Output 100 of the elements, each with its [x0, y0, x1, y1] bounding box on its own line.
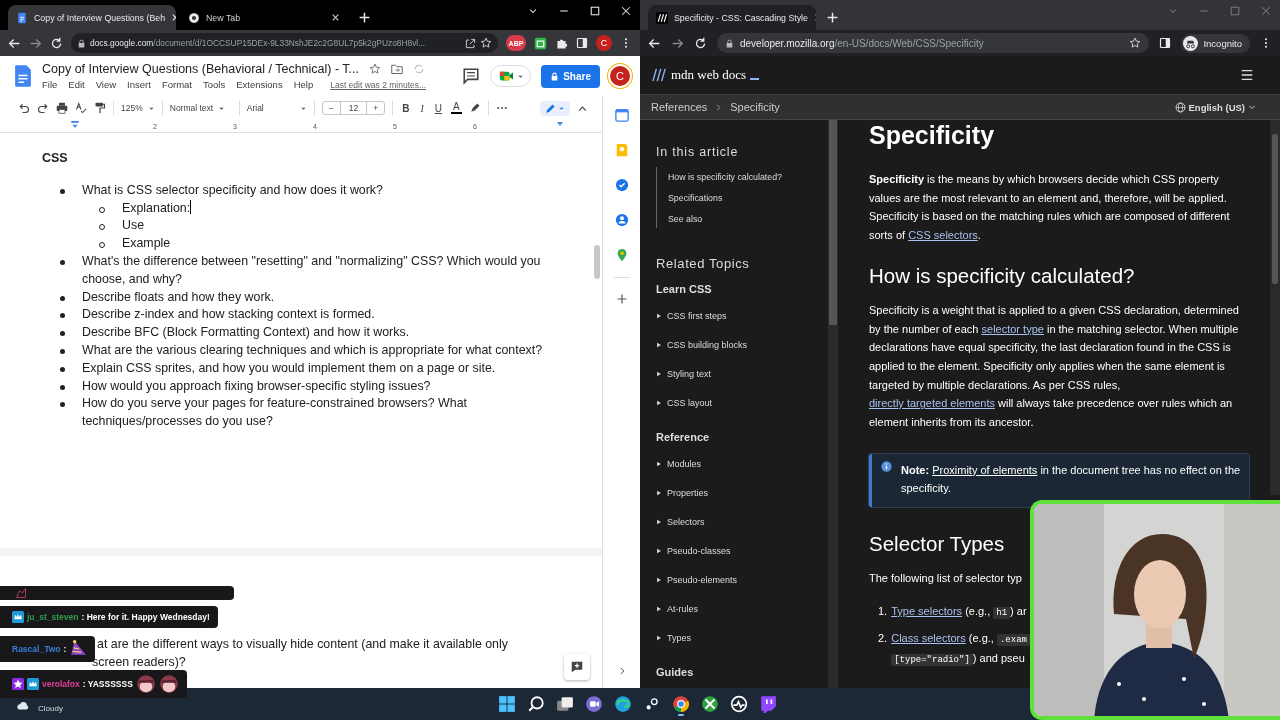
- expand-triangle-icon[interactable]: [656, 341, 662, 348]
- font-dropdown[interactable]: Arial: [246, 103, 307, 113]
- side-panel-icon[interactable]: [576, 37, 588, 49]
- expand-triangle-icon[interactable]: [656, 518, 662, 525]
- link[interactable]: directly targeted elements: [869, 397, 995, 410]
- breadcrumb-link[interactable]: Specificity: [730, 101, 780, 113]
- underline-button[interactable]: U: [432, 102, 444, 114]
- sidebar-item[interactable]: Properties: [667, 487, 709, 498]
- italic-button[interactable]: I: [418, 102, 426, 114]
- forward-icon[interactable]: [29, 36, 42, 50]
- forward-icon[interactable]: [671, 36, 684, 50]
- link[interactable]: Type selectors: [891, 604, 963, 617]
- expand-triangle-icon[interactable]: [656, 489, 662, 496]
- document-title[interactable]: Copy of Interview Questions (Behavioral / Technical) - T...: [42, 62, 360, 76]
- sidebar-group-title[interactable]: Learn CSS: [656, 283, 828, 295]
- menu-item[interactable]: Insert: [127, 79, 151, 90]
- browser-icon[interactable]: [614, 695, 632, 713]
- undo-icon[interactable]: [18, 102, 30, 114]
- browser-tab[interactable]: Copy of Interview Questions (Beh: [8, 5, 176, 30]
- toc-link[interactable]: How is specificity calculated?: [668, 172, 828, 182]
- share-page-icon[interactable]: [465, 37, 476, 49]
- sidebar-group-title[interactable]: Reference: [656, 431, 828, 443]
- sidebar-item[interactable]: Pseudo-classes: [667, 545, 731, 556]
- add-comment-button[interactable]: [564, 654, 590, 680]
- network-app-icon[interactable]: [730, 695, 748, 713]
- paint-format-icon[interactable]: [94, 102, 106, 114]
- last-edit-link[interactable]: Last edit was 2 minutes...: [330, 79, 427, 90]
- weather-label[interactable]: Cloudy: [38, 704, 63, 713]
- sidebar-item[interactable]: CSS first steps: [667, 310, 727, 321]
- menu-item[interactable]: View: [95, 79, 117, 90]
- sidebar-item[interactable]: Selectors: [667, 516, 705, 527]
- docs-logo-icon[interactable]: [14, 64, 32, 88]
- expand-triangle-icon[interactable]: [656, 576, 662, 583]
- spellcheck-icon[interactable]: [75, 102, 87, 114]
- sidebar-item[interactable]: Modules: [667, 458, 702, 469]
- font-size-field[interactable]: 12: [339, 102, 368, 114]
- toc-link[interactable]: Specifications: [668, 193, 828, 203]
- expand-triangle-icon[interactable]: [656, 605, 662, 612]
- back-icon[interactable]: [648, 36, 661, 50]
- reload-icon[interactable]: [50, 36, 63, 50]
- link[interactable]: Class selectors: [891, 631, 966, 644]
- start-icon[interactable]: [498, 695, 516, 713]
- profile-avatar[interactable]: C: [596, 35, 612, 51]
- expand-triangle-icon[interactable]: [656, 370, 662, 377]
- style-dropdown[interactable]: Normal text: [169, 103, 232, 113]
- menu-item[interactable]: Edit: [68, 79, 85, 90]
- sidebar-item[interactable]: Styling text: [667, 368, 712, 379]
- share-button[interactable]: Share: [541, 64, 600, 88]
- task-view-icon[interactable]: [556, 695, 574, 713]
- menu-item[interactable]: Help: [293, 79, 314, 90]
- text-color-button[interactable]: A: [450, 102, 462, 114]
- streaming-app-icon[interactable]: [759, 695, 777, 713]
- sidebar-item[interactable]: Types: [667, 632, 691, 643]
- contacts-icon[interactable]: [614, 213, 629, 227]
- sidebar-item[interactable]: At-rules: [667, 603, 698, 614]
- puzzle-icon[interactable]: [555, 36, 568, 50]
- editing-mode-button[interactable]: [540, 100, 570, 116]
- sidebar-scrollbar[interactable]: [828, 120, 838, 688]
- page-scrollbar[interactable]: [1270, 120, 1280, 495]
- redo-icon[interactable]: [37, 102, 49, 114]
- menu-icon[interactable]: [1240, 68, 1254, 82]
- back-icon[interactable]: [8, 36, 21, 50]
- menu-item[interactable]: Format: [161, 79, 192, 90]
- menu-item[interactable]: File: [42, 79, 58, 90]
- star-icon[interactable]: [369, 63, 382, 75]
- scrollbar-thumb[interactable]: [594, 245, 600, 279]
- decrease-size-button[interactable]: −: [322, 102, 340, 114]
- new-tab-icon[interactable]: [826, 10, 839, 24]
- highlighter-icon[interactable]: [468, 102, 481, 114]
- address-bar[interactable]: docs.google.com/document/d/1OCCSUP15DEx-9L33NshJE2c2G8UL7p5k2gPUzo8H8vl...: [71, 33, 498, 53]
- print-icon[interactable]: [56, 102, 68, 114]
- sidebar-item[interactable]: Pseudo-elements: [667, 574, 738, 585]
- sidebar-item[interactable]: CSS building blocks: [667, 339, 748, 350]
- extension-icon[interactable]: [534, 36, 547, 50]
- link[interactable]: Proximity of elements: [932, 463, 1038, 476]
- video-chat-icon[interactable]: [585, 695, 603, 713]
- increase-size-button[interactable]: +: [367, 102, 385, 114]
- incognito-indicator[interactable]: Incognito: [1181, 33, 1250, 53]
- account-avatar[interactable]: C: [610, 66, 630, 86]
- address-bar[interactable]: developer.mozilla.org/en-US/docs/Web/CSS/Specificity: [717, 33, 1150, 53]
- toc-link[interactable]: See also: [668, 214, 828, 224]
- search-icon[interactable]: [527, 695, 545, 713]
- menu-item[interactable]: Extensions: [236, 79, 283, 90]
- sidebar-item[interactable]: CSS layout: [667, 397, 713, 408]
- tasks-icon[interactable]: [614, 178, 629, 192]
- game-console-icon[interactable]: [701, 695, 719, 713]
- expand-triangle-icon[interactable]: [656, 312, 662, 319]
- expand-triangle-icon[interactable]: [656, 460, 662, 467]
- browser-icon[interactable]: [672, 695, 690, 713]
- browser-tab[interactable]: New Tab: [180, 5, 348, 30]
- add-icon[interactable]: [615, 293, 628, 305]
- link[interactable]: selector type: [981, 322, 1044, 335]
- bold-button[interactable]: B: [400, 102, 412, 114]
- reload-icon[interactable]: [694, 36, 707, 50]
- language-selector[interactable]: English (US): [1174, 101, 1256, 113]
- move-folder-icon[interactable]: [391, 63, 404, 75]
- link[interactable]: CSS selectors: [908, 229, 978, 242]
- new-tab-icon[interactable]: [358, 10, 371, 24]
- expand-triangle-icon[interactable]: [656, 547, 662, 554]
- browser-tab[interactable]: Specificity - CSS: Cascading Style: [648, 5, 816, 30]
